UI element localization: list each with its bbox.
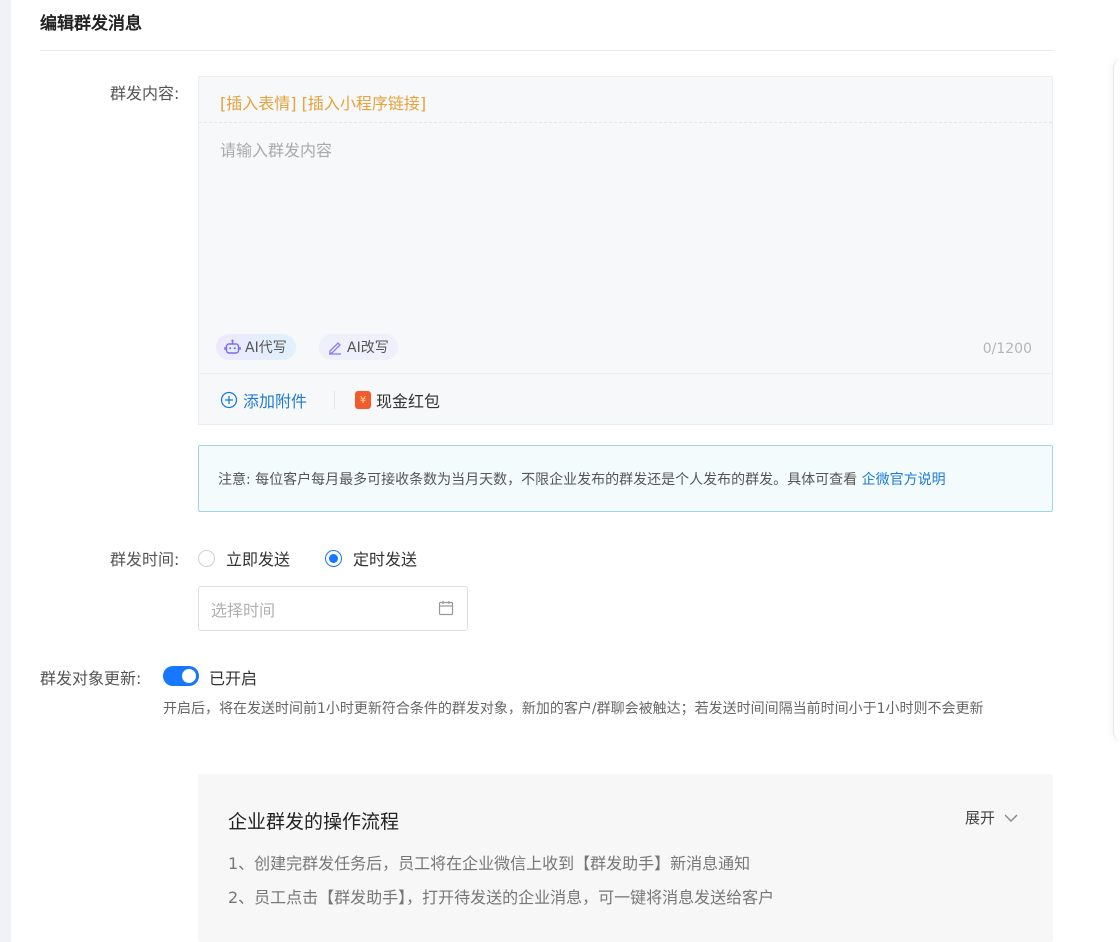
target-update-label: 群发对象更新: — [40, 669, 142, 688]
cash-redpacket-button[interactable]: ¥ 现金红包 — [355, 388, 440, 412]
ai-write-button[interactable]: AI代写 — [216, 334, 296, 360]
radio-circle — [198, 549, 215, 567]
schedule-date-picker[interactable]: 选择时间 — [198, 586, 468, 631]
ai-rewrite-label: AI改写 — [347, 340, 389, 356]
notice-text: 注意: 每位客户每月最多可接收条数为当月天数，不限企业发布的群发还是个人发布的群… — [218, 472, 862, 488]
editor-toolbar: [插入表情] [插入小程序链接] — [199, 77, 1052, 123]
title-divider — [40, 50, 1053, 51]
footer-separator — [334, 391, 335, 409]
message-editor: [插入表情] [插入小程序链接] 请输入群发内容 AI代写 AI改写 0/120… — [198, 76, 1053, 425]
expand-button[interactable]: 展开 — [965, 807, 1019, 828]
page-title: 编辑群发消息 — [40, 14, 142, 34]
flow-title: 企业群发的操作流程 — [228, 811, 400, 833]
add-attachment-label: 添加附件 — [243, 392, 308, 411]
flow-step: 1、创建完群发任务后，员工将在企业微信上收到【群发助手】新消息通知 — [228, 854, 751, 873]
pen-icon — [329, 342, 341, 355]
char-counter: 0/1200 — [982, 341, 1032, 357]
target-update-toggle[interactable] — [163, 666, 199, 686]
toggle-status: 已开启 — [209, 669, 258, 688]
ai-rewrite-button[interactable]: AI改写 — [319, 334, 398, 360]
operation-flow-card: 企业群发的操作流程 展开 1、创建完群发任务后，员工将在企业微信上收到【群发助手… — [198, 774, 1053, 942]
radio-label: 立即发送 — [226, 550, 291, 569]
content-textarea[interactable]: 请输入群发内容 — [220, 137, 332, 161]
flow-step: 2、员工点击【群发助手】，打开待发送的企业消息，可一键将消息发送给客户 — [228, 888, 775, 907]
editor-footer: 添加附件 ¥ 现金红包 — [199, 373, 1052, 425]
insert-miniprogram-button[interactable]: [插入小程序链接] — [302, 94, 427, 113]
target-update-description: 开启后，将在发送时间前1小时更新符合条件的群发对象，新加的客户/群聊会被触达；若… — [163, 701, 984, 717]
robot-icon — [224, 339, 241, 354]
right-side-panel-edge — [1113, 60, 1120, 740]
expand-label: 展开 — [965, 809, 996, 827]
left-sidebar-strip — [0, 0, 11, 942]
insert-emoji-button[interactable]: [插入表情] — [220, 94, 297, 113]
calendar-icon — [438, 601, 454, 616]
radio-send-now[interactable]: 立即发送 — [198, 546, 290, 570]
date-placeholder: 选择时间 — [211, 600, 276, 620]
add-attachment-button[interactable]: 添加附件 — [220, 388, 307, 412]
radio-scheduled-send[interactable]: 定时发送 — [325, 546, 417, 570]
chevron-down-icon — [1004, 814, 1018, 822]
radio-circle-checked — [325, 549, 342, 567]
plus-circle-icon — [220, 391, 238, 409]
content-label: 群发内容: — [110, 84, 180, 103]
ai-write-label: AI代写 — [245, 340, 287, 356]
official-doc-link[interactable]: 企微官方说明 — [862, 472, 946, 488]
send-time-label: 群发时间: — [110, 550, 180, 569]
notice-box: 注意: 每位客户每月最多可接收条数为当月天数，不限企业发布的群发还是个人发布的群… — [198, 445, 1053, 512]
radio-label: 定时发送 — [353, 550, 418, 569]
cash-redpacket-label: 现金红包 — [376, 392, 441, 411]
redpacket-icon: ¥ — [355, 391, 371, 409]
